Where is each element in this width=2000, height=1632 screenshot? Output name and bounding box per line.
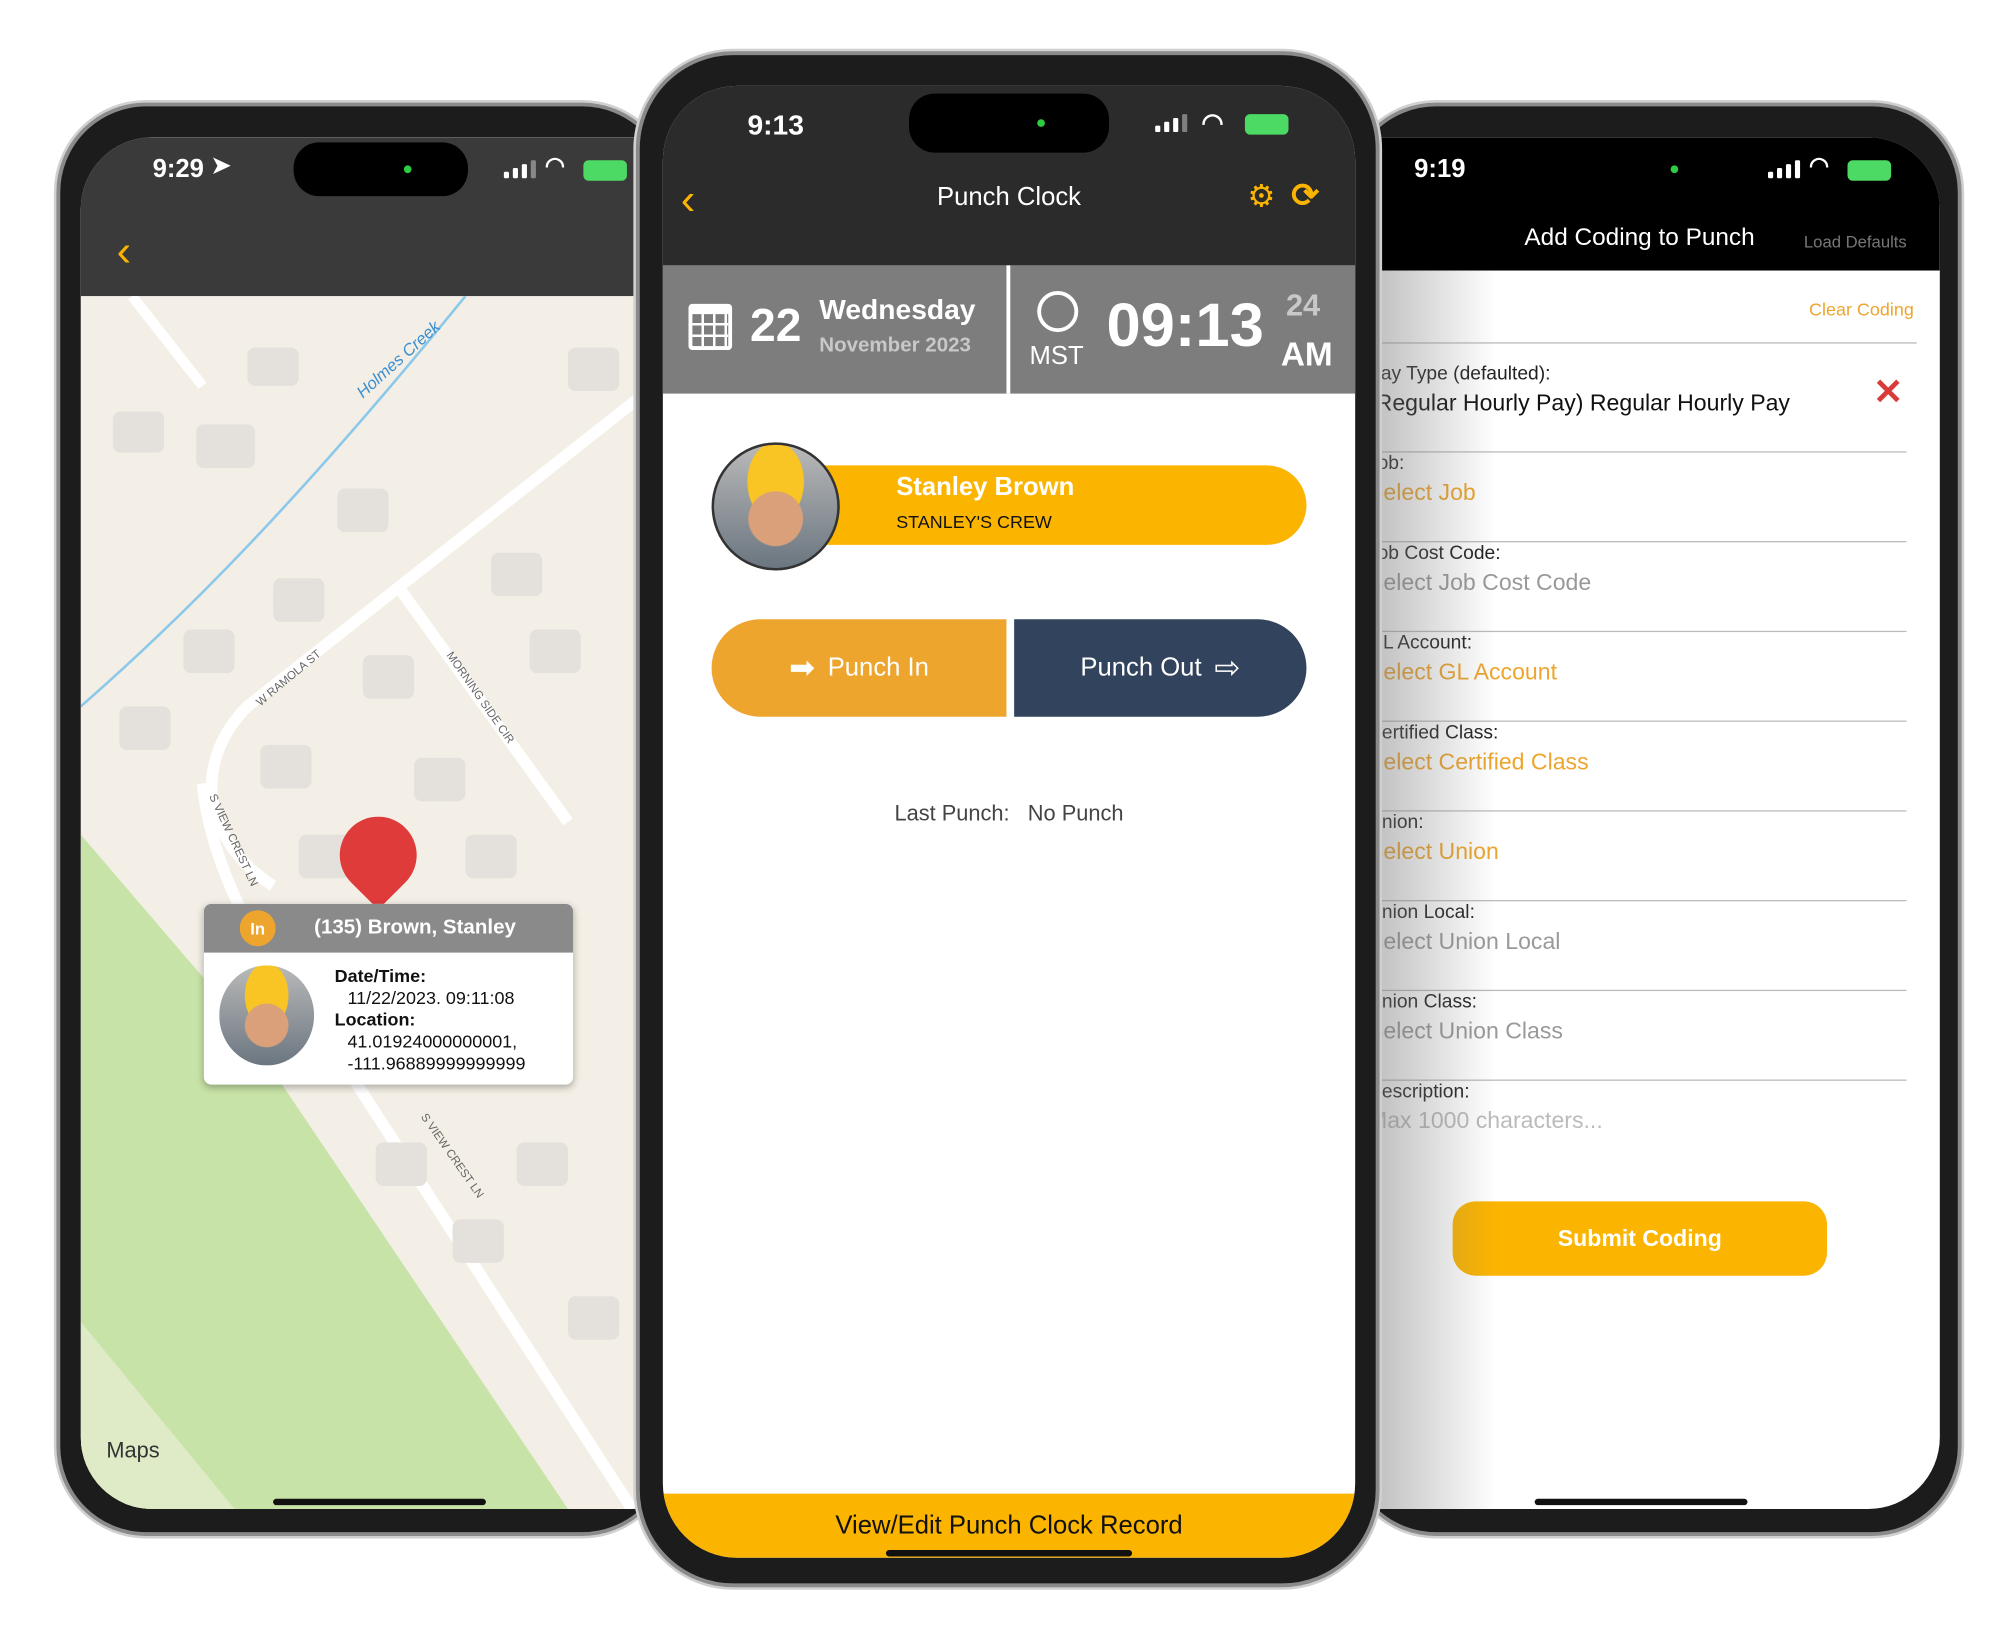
employee-crew: STANLEY'S CREW xyxy=(896,511,1052,533)
avatar xyxy=(219,965,315,1066)
employee-name: Stanley Brown xyxy=(896,473,1075,502)
longitude: -111.96889999999999 xyxy=(347,1052,526,1074)
refresh-icon[interactable]: ⟳ xyxy=(1291,176,1319,216)
coding-screen: 9:19 ◠ Add Coding to Punch Load Defaults… xyxy=(1355,137,1940,1510)
avatar xyxy=(711,442,840,571)
date-day: 22 xyxy=(750,298,802,352)
signal-icon xyxy=(503,160,536,179)
left-phone: 9:29 ➤ ◠ ‹ Holmes Creek W RAMOLA ST MORN… xyxy=(56,102,672,1536)
punch-out-label: Punch Out xyxy=(1080,653,1202,682)
wifi-icon: ◠ xyxy=(1201,108,1224,138)
punch-out-icon: ⇨ xyxy=(1214,650,1241,686)
status-time: 9:13 xyxy=(747,108,804,142)
battery-icon xyxy=(1847,160,1892,181)
punch-in-icon: ➡ xyxy=(789,650,815,686)
wifi-icon: ◠ xyxy=(1809,152,1830,179)
maps-attribution: Maps xyxy=(106,1438,159,1463)
view-edit-record-button[interactable]: View/Edit Punch Clock Record xyxy=(662,1493,1356,1558)
clock-seconds: 24 xyxy=(1285,288,1321,324)
submit-coding-button[interactable]: Submit Coding xyxy=(1452,1201,1827,1276)
latitude: 41.01924000000001, xyxy=(347,1030,518,1052)
battery-icon xyxy=(1244,114,1289,135)
status-badge: In xyxy=(239,910,276,947)
calendar-icon xyxy=(688,303,733,351)
punch-clock-screen: 9:13 ◠ ‹ Punch Clock ⚙ ⟳ 22 Wednesday No… xyxy=(662,85,1356,1558)
date-time-bar: 22 Wednesday November 2023 MST 09:13 24 … xyxy=(662,265,1356,394)
timezone: MST xyxy=(1029,342,1084,371)
status-time: 9:29 xyxy=(152,155,204,184)
clock-icon xyxy=(1037,291,1079,333)
submit-label: Submit Coding xyxy=(1557,1225,1722,1251)
location-label: Location: xyxy=(334,1009,416,1030)
status-time: 9:19 xyxy=(1414,155,1466,184)
wifi-icon: ◠ xyxy=(544,152,566,179)
right-phone: 9:19 ◠ Add Coding to Punch Load Defaults… xyxy=(1346,102,1962,1536)
date-value: 11/22/2023. 09:11:08 xyxy=(347,987,515,1008)
date-month-year: November 2023 xyxy=(819,334,971,357)
page-title: Add Coding to Punch xyxy=(1524,224,1755,252)
clock-time: 09:13 xyxy=(1106,292,1264,361)
location-arrow-icon: ➤ xyxy=(211,152,231,179)
center-phone: 9:13 ◠ ‹ Punch Clock ⚙ ⟳ 22 Wednesday No… xyxy=(635,51,1380,1588)
clear-coding-button[interactable]: Clear Coding xyxy=(1809,299,1914,320)
map-screen: 9:29 ➤ ◠ ‹ Holmes Creek W RAMOLA ST MORN… xyxy=(80,137,671,1510)
signal-icon xyxy=(1155,114,1188,133)
date-weekday: Wednesday xyxy=(819,293,976,326)
last-punch-label: Last Punch: xyxy=(894,801,1010,826)
signal-icon xyxy=(1768,160,1801,179)
settings-gear-icon[interactable]: ⚙ xyxy=(1247,178,1275,215)
punch-out-button[interactable]: Punch Out ⇨ xyxy=(1014,619,1307,717)
load-defaults-button[interactable]: Load Defaults xyxy=(1804,232,1907,251)
date-label: Date/Time: xyxy=(334,965,427,986)
last-punch-value: No Punch xyxy=(1027,801,1124,826)
battery-icon xyxy=(583,160,627,181)
employee-name: (135) Brown, Stanley xyxy=(314,916,516,939)
footer-label: View/Edit Punch Clock Record xyxy=(835,1511,1183,1540)
punch-location-card[interactable]: In (135) Brown, Stanley Date/Time: 11/22/… xyxy=(203,903,574,1085)
back-button[interactable]: ‹ xyxy=(117,227,132,277)
clock-meridiem: AM xyxy=(1280,334,1333,374)
clear-pay-type-icon[interactable]: ✕ xyxy=(1873,371,1903,413)
punch-in-button[interactable]: ➡ Punch In xyxy=(711,619,1007,717)
punch-in-label: Punch In xyxy=(827,653,929,682)
employee-banner[interactable]: Stanley Brown STANLEY'S CREW xyxy=(778,465,1307,545)
